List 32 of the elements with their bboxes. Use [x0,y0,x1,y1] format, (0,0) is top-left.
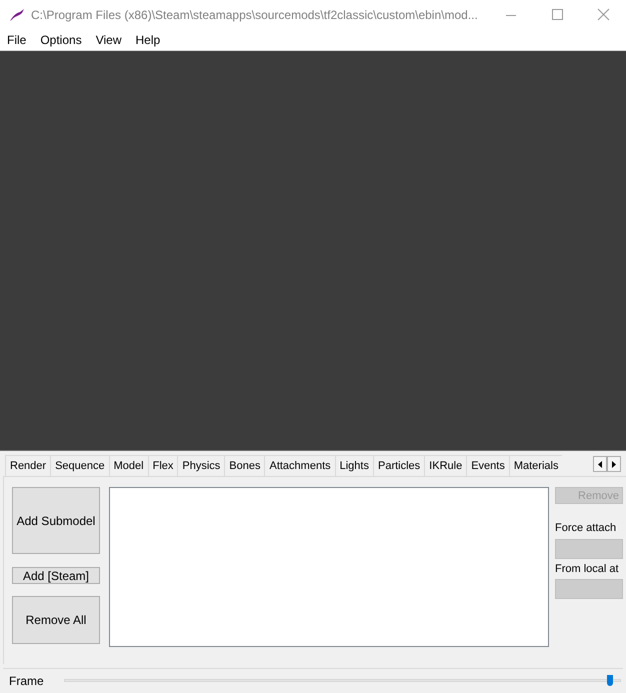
tab[interactable]: Flex [148,455,178,476]
app-logo-icon [9,8,27,22]
menu-item[interactable]: File [0,31,34,49]
add-steam-button[interactable]: Add [Steam] [12,567,100,584]
remove-all-button[interactable]: Remove All [12,596,100,644]
scroll-left-button[interactable] [593,456,607,472]
menu-item[interactable]: Help [128,31,168,49]
tab[interactable]: IKRule [424,455,466,476]
left-arrow-icon [598,460,602,468]
menu-item[interactable]: Options [33,31,89,49]
tab[interactable]: Materials [508,455,562,476]
submodel-list[interactable] [109,487,549,647]
tab[interactable]: Particles [372,455,424,476]
tab[interactable]: Sequence [50,455,109,476]
model-viewport[interactable] [0,51,626,451]
window-title: C:\Program Files (x86)\Steam\steamapps\sourcemods\tf2classic\custom\ebin\mod... [31,7,478,24]
tab[interactable]: Model [108,455,148,476]
tab[interactable]: Attachments [264,455,335,476]
tab[interactable]: Events [466,455,509,476]
from-local-attachment-label: From local at [555,562,620,576]
tab[interactable]: Lights [334,455,373,476]
right-arrow-icon [612,460,616,468]
scroll-right-button[interactable] [607,456,621,472]
add-submodel-button[interactable]: Add Submodel [12,487,100,554]
tab[interactable]: Physics [177,455,224,476]
frame-slider[interactable] [64,674,621,686]
frame-label: Frame [9,672,45,690]
tab[interactable]: Render [5,455,50,476]
frame-slider-thumb[interactable] [606,674,613,686]
tab[interactable]: Bones [224,455,264,476]
force-attach-label: Force attach [555,521,618,536]
menu-item[interactable]: View [88,31,128,49]
